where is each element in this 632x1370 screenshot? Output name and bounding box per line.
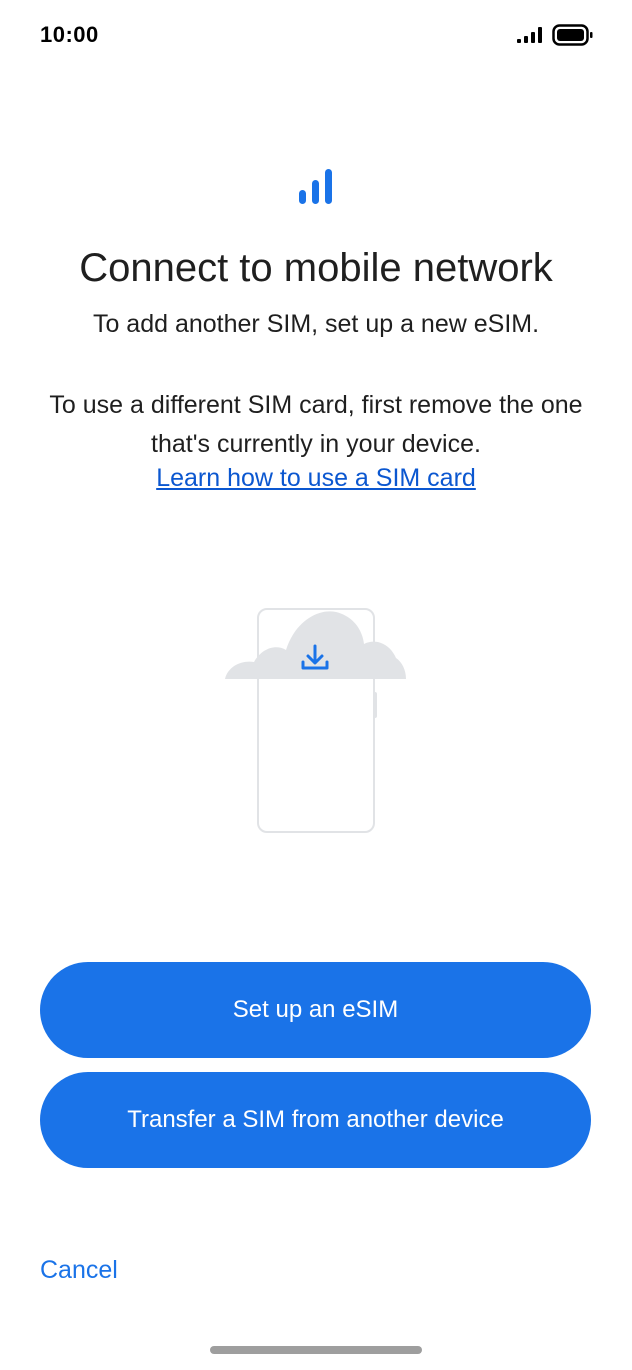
status-bar: 10:00 bbox=[0, 0, 632, 72]
phone-cloud-download-icon bbox=[225, 608, 406, 833]
cellular-signal-icon bbox=[517, 27, 542, 43]
learn-sim-card-link[interactable]: Learn how to use a SIM card bbox=[0, 464, 632, 493]
sim-instructions: To use a different SIM card, first remov… bbox=[49, 391, 583, 458]
page-subtitle: To add another SIM, set up a new eSIM. bbox=[92, 310, 540, 338]
battery-icon bbox=[552, 24, 593, 46]
status-time: 10:00 bbox=[40, 22, 99, 47]
signal-bars-icon bbox=[299, 169, 332, 204]
status-icons bbox=[516, 24, 594, 46]
setup-esim-button[interactable]: Set up an eSIM bbox=[40, 962, 591, 1058]
home-indicator[interactable] bbox=[210, 1346, 422, 1354]
transfer-sim-button[interactable]: Transfer a SIM from another device bbox=[40, 1072, 591, 1168]
page-title: Connect to mobile network bbox=[79, 246, 553, 290]
cancel-button[interactable]: Cancel bbox=[40, 1256, 118, 1285]
